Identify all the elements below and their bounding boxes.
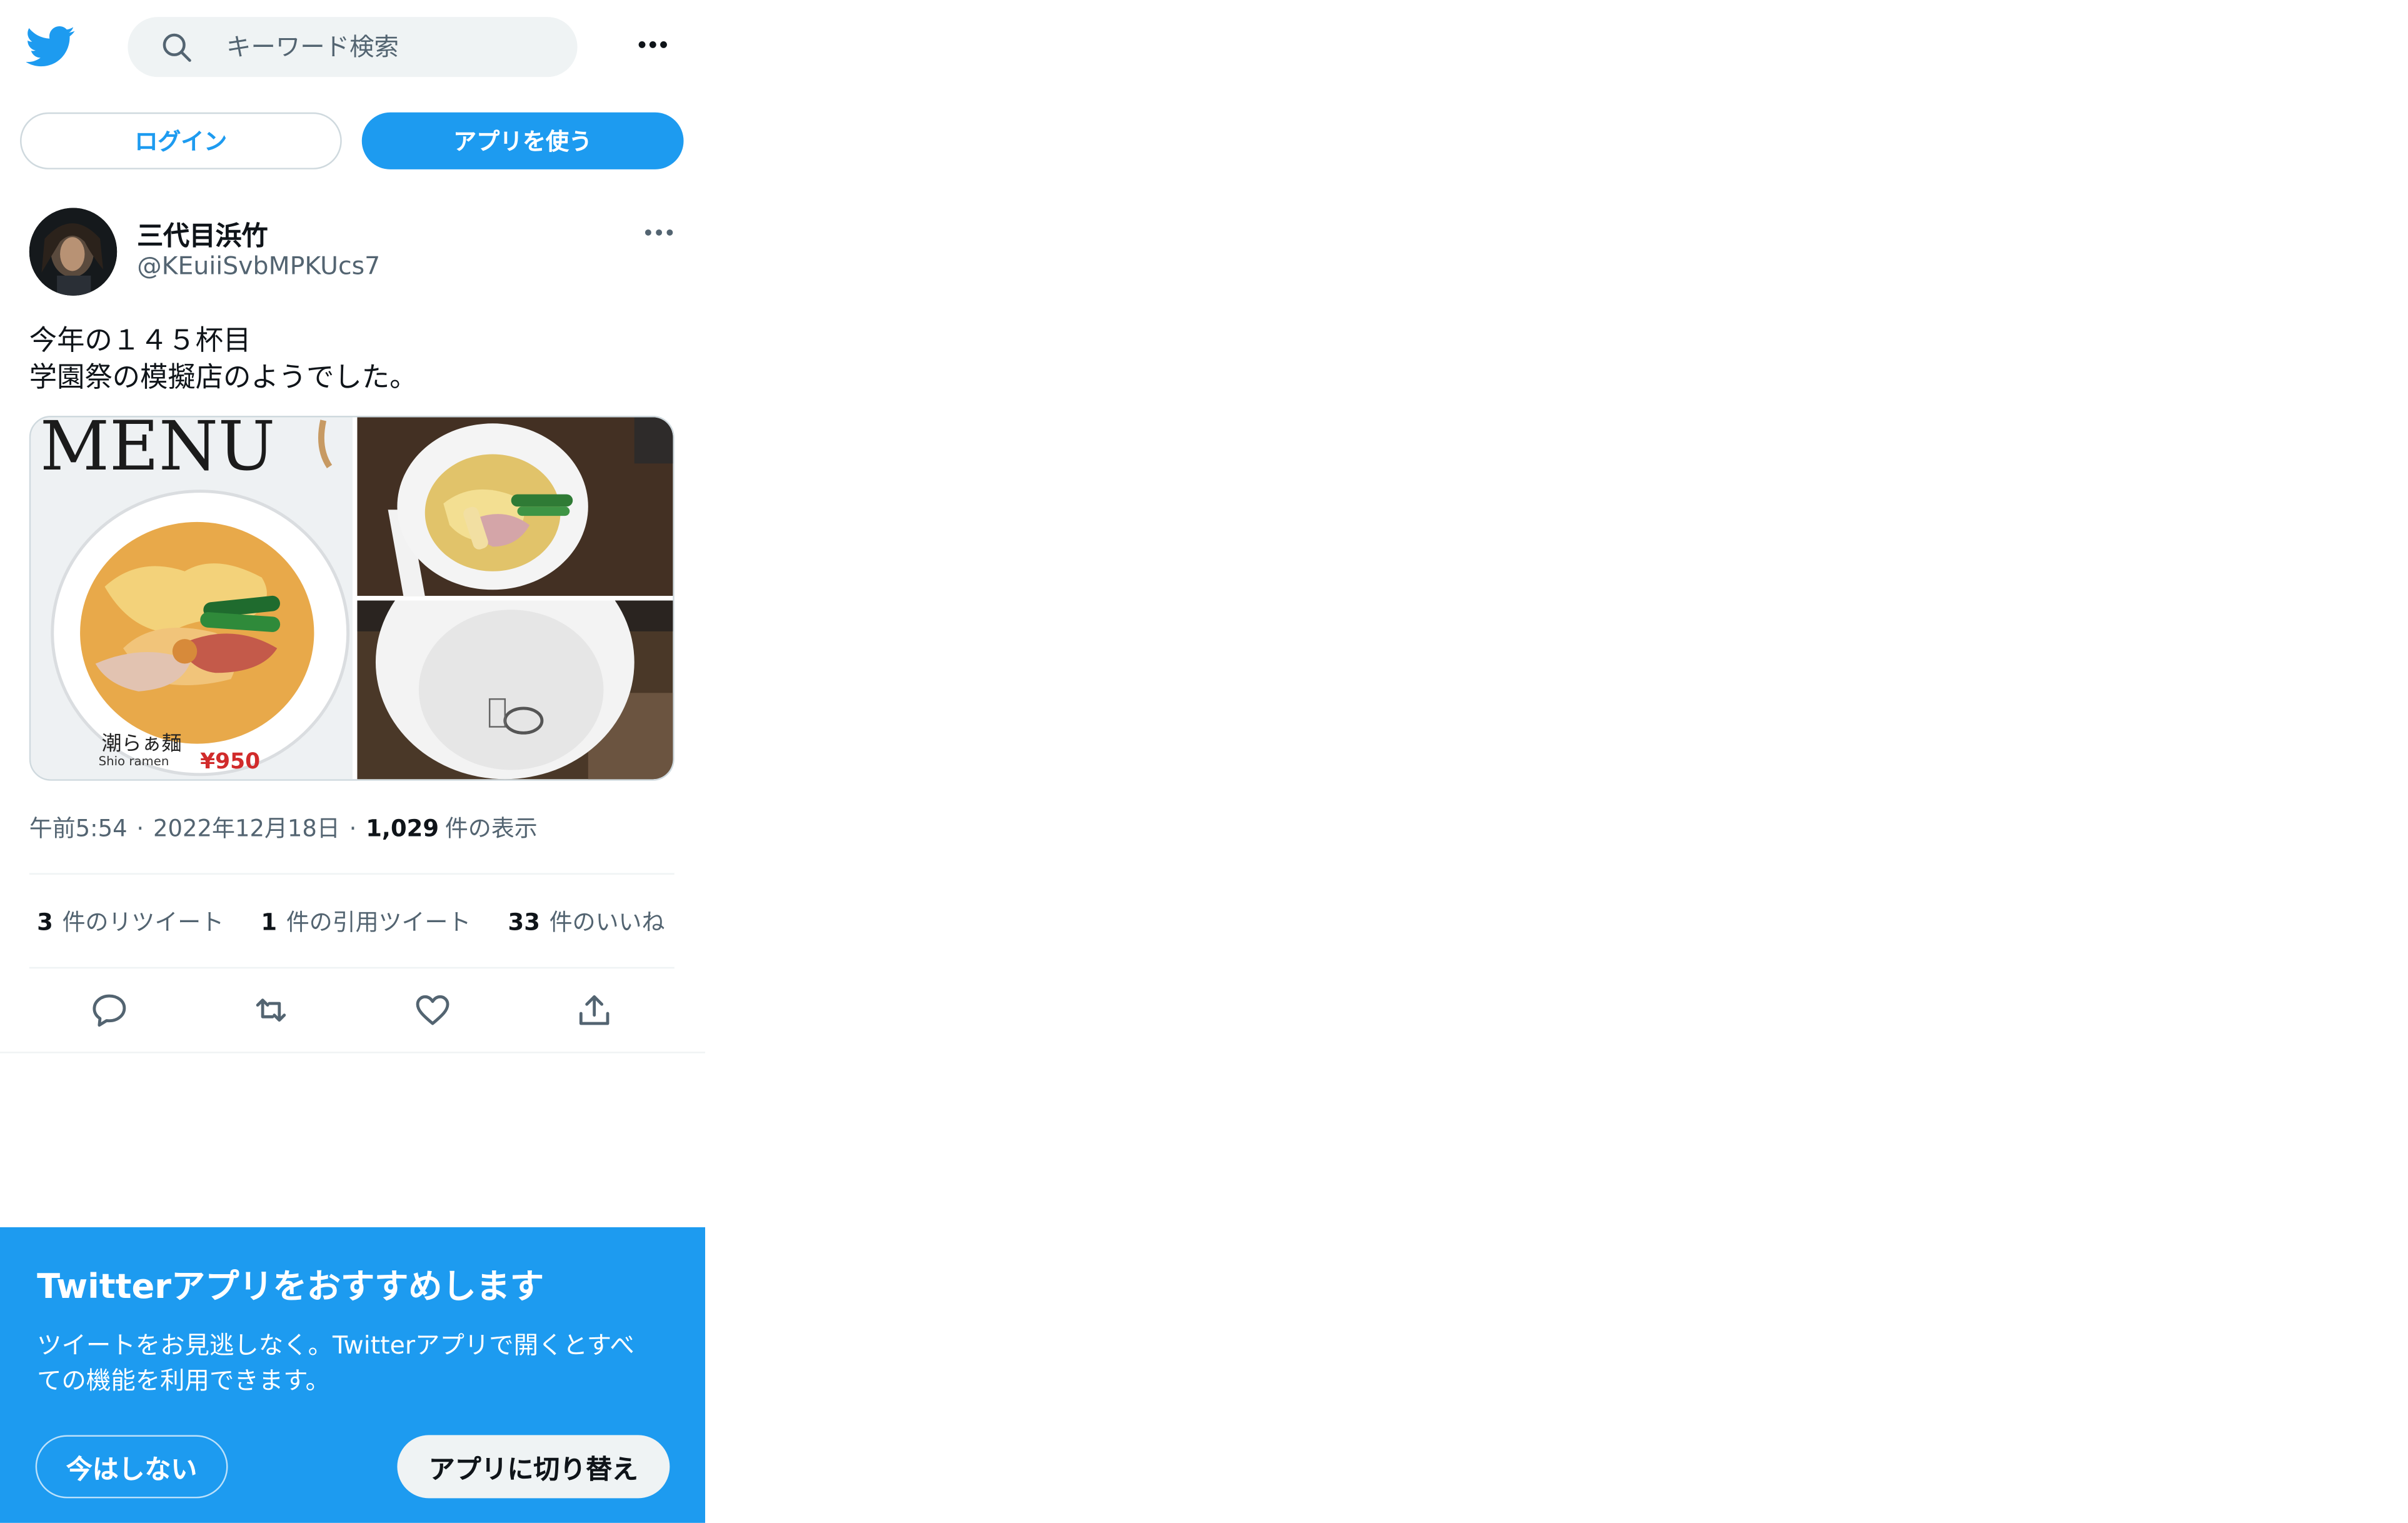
promo-body: ツイートをお見逃しなく。Twitterアプリで開くとすべ ての機能を利用できます… <box>37 1327 675 1398</box>
media-image-menu[interactable]: MENU 潮らぁ麺 Shio ramen ¥950 <box>31 417 353 780</box>
tweet-time[interactable]: 午前5:54 <box>29 812 128 844</box>
stat-likes[interactable]: 33 件のいいね <box>508 905 665 938</box>
search-icon <box>163 33 191 62</box>
tweet-text: 今年の１４５杯目 学園祭の模擬店のようでした。 <box>29 323 676 397</box>
avatar[interactable] <box>29 208 118 296</box>
media-image-empty-bowl[interactable] <box>357 600 674 781</box>
divider <box>0 1052 706 1053</box>
dish-name-jp: 潮らぁ麺 <box>102 731 182 755</box>
tweet-stats: 3 件のリツイート 1 件の引用ツイート 33 件のいいね <box>37 905 701 938</box>
tweet-actions <box>29 985 675 1035</box>
dish-price: ¥950 <box>200 749 260 774</box>
app-promo-sheet: Twitterアプリをおすすめします ツイートをお見逃しなく。Twitterアプ… <box>0 1227 706 1523</box>
promo-title: Twitterアプリをおすすめします <box>37 1269 544 1308</box>
meta-separator: · <box>136 814 144 843</box>
stat-retweets[interactable]: 3 件のリツイート <box>37 905 224 938</box>
tweet-page-column: ログイン アプリを使う 三代目浜竹 @KEuiiSvbMPKUcs7 今年の１４… <box>0 0 706 1523</box>
divider <box>29 873 675 875</box>
stat-count: 3 <box>37 908 53 937</box>
more-horizontal-icon[interactable] <box>631 26 675 63</box>
stat-label: 件のリツイート <box>62 908 224 937</box>
search-bar[interactable] <box>128 17 578 78</box>
stat-count: 1 <box>261 908 278 937</box>
tweet-more-icon[interactable] <box>638 216 681 249</box>
stat-quote-tweets[interactable]: 1 件の引用ツイート <box>261 905 471 938</box>
display-name[interactable]: 三代目浜竹 <box>137 214 268 253</box>
viewport: ログイン アプリを使う 三代目浜竹 @KEuiiSvbMPKUcs7 今年の１４… <box>0 0 2408 1523</box>
use-app-button[interactable]: アプリを使う <box>361 112 684 169</box>
tweet-text-line: 今年の１４５杯目 <box>29 324 251 358</box>
not-now-button[interactable]: 今はしない <box>35 1435 228 1499</box>
avatar-photo <box>29 208 118 296</box>
user-handle[interactable]: @KEuiiSvbMPKUcs7 <box>137 251 380 280</box>
meta-separator: · <box>349 814 357 843</box>
promo-body-line: ツイートをお見逃しなく。Twitterアプリで開くとすべ <box>37 1330 635 1360</box>
stat-count: 33 <box>508 908 540 937</box>
reply-icon[interactable] <box>89 990 129 1030</box>
views-count: 1,029 <box>366 814 439 843</box>
share-icon[interactable] <box>574 990 615 1030</box>
divider <box>29 967 675 969</box>
like-icon[interactable] <box>413 990 453 1030</box>
menu-headline: MENU <box>40 417 275 486</box>
media-image-ramen-bowl[interactable] <box>357 417 674 596</box>
tweet-text-line: 学園祭の模擬店のようでした。 <box>29 361 418 395</box>
tweet-meta: 午前5:54 · 2022年12月18日 · 1,029 件の表示 <box>29 812 538 844</box>
dish-name-en: Shio ramen <box>99 754 169 768</box>
switch-to-app-button[interactable]: アプリに切り替え <box>397 1435 670 1499</box>
login-button[interactable]: ログイン <box>20 112 342 169</box>
promo-body-line: ての機能を利用できます。 <box>37 1365 331 1395</box>
twitter-bird-icon[interactable] <box>26 21 76 71</box>
retweet-icon[interactable] <box>251 990 291 1030</box>
stat-label: 件のいいね <box>549 908 665 937</box>
tweet-date[interactable]: 2022年12月18日 <box>153 812 340 844</box>
stat-label: 件の引用ツイート <box>286 908 471 937</box>
media-grid: MENU 潮らぁ麺 Shio ramen ¥950 <box>29 415 675 781</box>
search-input[interactable] <box>226 17 550 78</box>
views-label: 件の表示 <box>444 814 538 843</box>
